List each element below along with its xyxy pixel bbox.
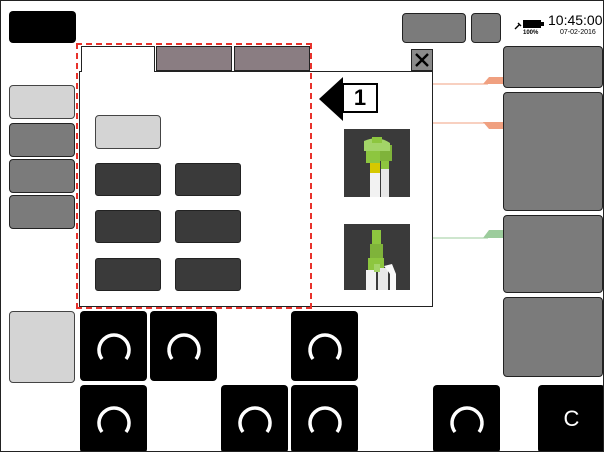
tool-image-1[interactable]	[344, 129, 410, 197]
connector-line-1	[433, 73, 503, 87]
dial-icon	[307, 333, 342, 361]
connector-line-3	[433, 227, 503, 241]
tool-image-2[interactable]	[344, 224, 410, 290]
dial-knob-4[interactable]	[80, 385, 147, 451]
dial-knob-2[interactable]	[150, 311, 217, 381]
connector-line-2	[433, 117, 503, 131]
dial-knob-6[interactable]	[291, 385, 358, 451]
battery-percent: 100%	[523, 30, 539, 36]
top-button-2[interactable]	[471, 13, 501, 43]
dial-icon	[449, 406, 484, 434]
dial-icon	[307, 406, 342, 434]
left-button-1[interactable]	[9, 85, 75, 119]
dial-knob-7[interactable]	[433, 385, 500, 451]
left-button-2[interactable]	[9, 123, 75, 157]
right-panel-1[interactable]	[503, 46, 603, 88]
right-panel-2[interactable]	[503, 92, 603, 211]
screen: 10:45:00 100% 07-02-2016 1 C	[0, 0, 604, 452]
close-icon	[415, 53, 429, 67]
dial-knob-5[interactable]	[221, 385, 288, 451]
right-panel-3[interactable]	[503, 215, 603, 293]
c-button[interactable]: C	[538, 385, 603, 451]
dial-knob-1[interactable]	[80, 311, 147, 381]
dial-icon	[237, 406, 272, 434]
dial-icon	[166, 333, 201, 361]
clock-date: 07-02-2016	[560, 29, 596, 36]
battery-icon	[523, 16, 545, 28]
top-button-1[interactable]	[402, 13, 466, 43]
close-button[interactable]	[411, 49, 433, 71]
left-button-4[interactable]	[9, 195, 75, 229]
dial-knob-3[interactable]	[291, 311, 358, 381]
callout-number: 1	[342, 83, 378, 113]
clock-time: 10:45:00	[548, 12, 603, 28]
left-arrow-icon	[319, 77, 343, 121]
right-panel-4[interactable]	[503, 297, 603, 377]
left-button-5[interactable]	[9, 311, 75, 383]
highlight-box	[76, 43, 312, 309]
dial-icon	[96, 406, 131, 434]
menu-button[interactable]	[9, 11, 76, 43]
dial-icon	[96, 333, 131, 361]
left-button-3[interactable]	[9, 159, 75, 193]
plug-icon	[514, 17, 522, 30]
